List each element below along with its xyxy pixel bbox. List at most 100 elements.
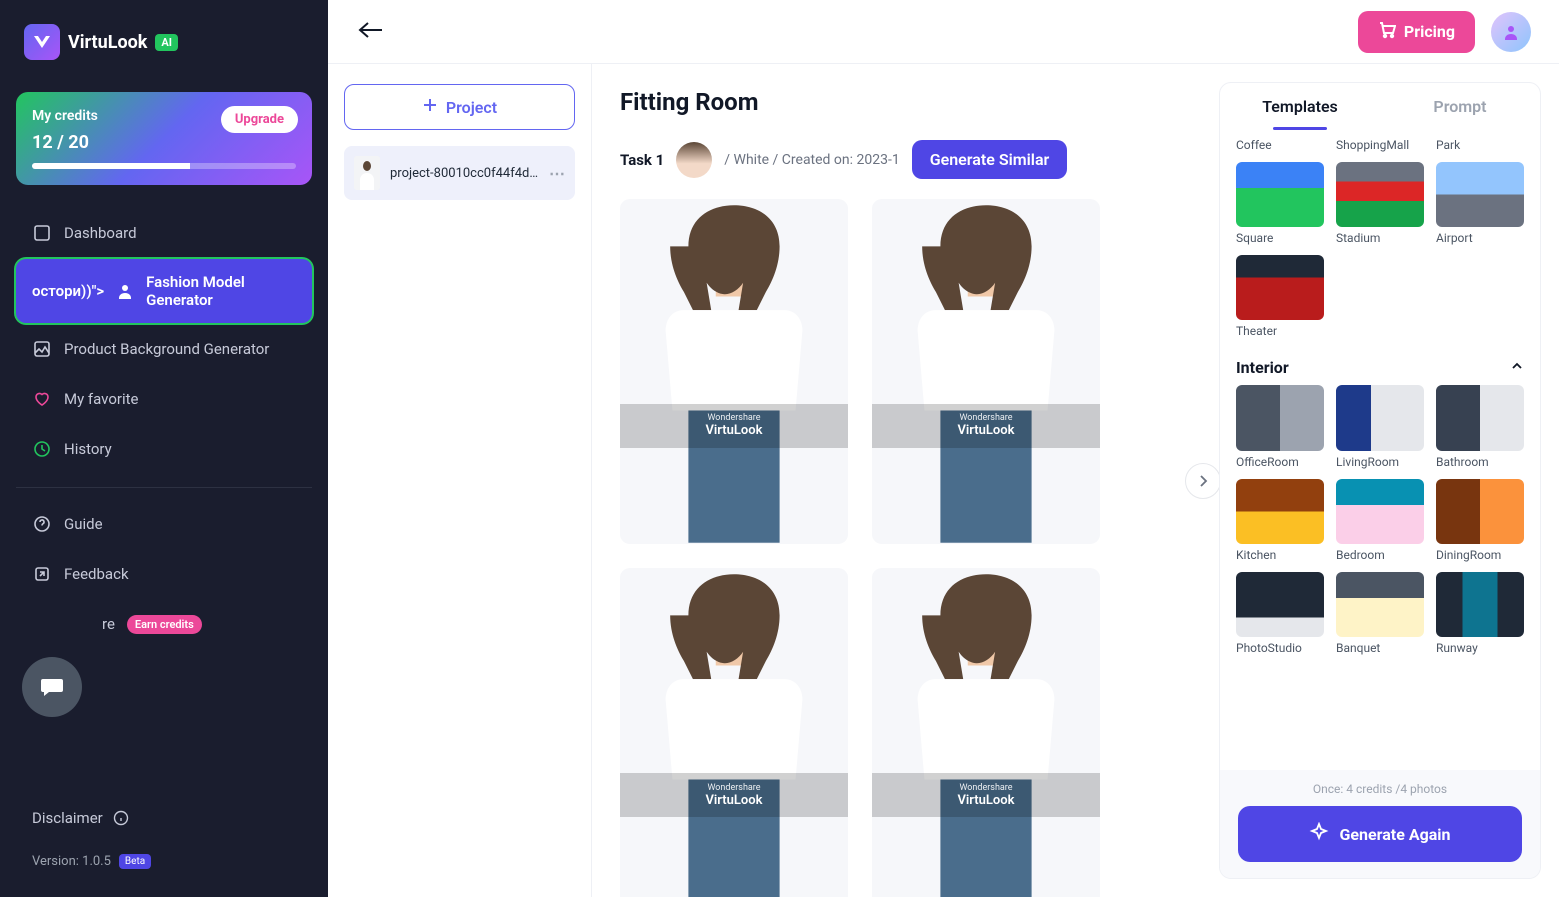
template-kitchen[interactable]: Kitchen bbox=[1236, 479, 1324, 562]
nav-history-label: History bbox=[64, 440, 112, 458]
tpl-thumb bbox=[1436, 385, 1524, 450]
dashboard-icon bbox=[32, 223, 52, 243]
sidebar: VirtuLook AI My credits Upgrade 12 / 20 … bbox=[0, 0, 328, 897]
template-square[interactable]: Square bbox=[1236, 162, 1324, 245]
tab-templates[interactable]: Templates bbox=[1220, 83, 1380, 130]
task-avatar bbox=[676, 142, 712, 178]
version-text: Version: 1.0.5 bbox=[32, 854, 111, 869]
project-more-button[interactable]: ⋯ bbox=[549, 164, 565, 183]
pricing-button[interactable]: Pricing bbox=[1358, 11, 1475, 53]
nav-feedback-label: Feedback bbox=[64, 565, 129, 583]
project-thumbnail bbox=[354, 156, 380, 190]
cost-info: Once: 4 credits /4 photos bbox=[1238, 782, 1522, 796]
tpl-label: ShoppingMall bbox=[1336, 138, 1424, 152]
templates-panel: Templates Prompt Coffee ShoppingMall Par… bbox=[1219, 82, 1541, 879]
tpl-label: PhotoStudio bbox=[1236, 641, 1324, 655]
template-bathroom[interactable]: Bathroom bbox=[1436, 385, 1524, 468]
results-grid: WondershareVirtuLook WondershareVirtuLoo… bbox=[620, 199, 1100, 897]
nav-favorite[interactable]: My favorite bbox=[16, 375, 312, 423]
projects-column: Project project-80010cc0f44f4dfc ⋯ bbox=[328, 64, 592, 897]
generate-again-label: Generate Again bbox=[1339, 825, 1450, 844]
tpl-label: Square bbox=[1236, 231, 1324, 245]
template-livingroom[interactable]: LivingRoom bbox=[1336, 385, 1424, 468]
template-photostudio[interactable]: PhotoStudio bbox=[1236, 572, 1324, 655]
template-banquet[interactable]: Banquet bbox=[1336, 572, 1424, 655]
tpl-thumb bbox=[1236, 385, 1324, 450]
nav-dashboard[interactable]: Dashboard bbox=[16, 209, 312, 257]
nav-guide[interactable]: Guide bbox=[16, 500, 312, 548]
template-bedroom[interactable]: Bedroom bbox=[1336, 479, 1424, 562]
pricing-label: Pricing bbox=[1404, 22, 1455, 41]
user-avatar[interactable] bbox=[1491, 12, 1531, 52]
task-label: Task 1 bbox=[620, 151, 664, 169]
category-label: Interior bbox=[1236, 358, 1289, 377]
nav-feedback[interactable]: Feedback bbox=[16, 550, 312, 598]
ai-badge: AI bbox=[155, 34, 178, 51]
tpl-thumb bbox=[1436, 479, 1524, 544]
heart-icon bbox=[32, 389, 52, 409]
template-airport[interactable]: Airport bbox=[1436, 162, 1524, 245]
tpl-label: Bedroom bbox=[1336, 548, 1424, 562]
watermark-line1: Wondershare bbox=[959, 413, 1012, 423]
tpl-thumb bbox=[1336, 385, 1424, 450]
template-coffee[interactable]: Coffee bbox=[1236, 138, 1324, 152]
chat-button[interactable] bbox=[22, 657, 82, 717]
result-image-4[interactable]: WondershareVirtuLook bbox=[872, 568, 1100, 897]
result-image-2[interactable]: WondershareVirtuLook bbox=[872, 199, 1100, 544]
fitting-room: Fitting Room Task 1 / White / Created on… bbox=[592, 64, 1219, 897]
image-icon bbox=[32, 339, 52, 359]
logo[interactable]: VirtuLook AI bbox=[16, 16, 312, 68]
tpl-label: Stadium bbox=[1336, 231, 1424, 245]
nav-disclaimer[interactable]: Disclaimer bbox=[16, 794, 312, 842]
tpl-thumb bbox=[1336, 572, 1424, 637]
help-icon bbox=[32, 514, 52, 534]
template-park[interactable]: Park bbox=[1436, 138, 1524, 152]
template-runway[interactable]: Runway bbox=[1436, 572, 1524, 655]
category-interior[interactable]: Interior bbox=[1236, 348, 1524, 385]
sparkle-icon bbox=[1309, 822, 1329, 846]
next-button[interactable] bbox=[1185, 463, 1219, 499]
tpl-thumb bbox=[1236, 162, 1324, 227]
nav-history[interactable]: History bbox=[16, 425, 312, 473]
template-stadium[interactable]: Stadium bbox=[1336, 162, 1424, 245]
plus-icon bbox=[422, 97, 438, 117]
watermark-line2: VirtuLook bbox=[705, 423, 762, 438]
tpl-thumb bbox=[1336, 162, 1424, 227]
tpl-label: Theater bbox=[1236, 324, 1324, 338]
project-item[interactable]: project-80010cc0f44f4dfc ⋯ bbox=[344, 146, 575, 200]
nav-fashion-model[interactable]: остори))"> Fashion Model Generator bbox=[16, 259, 312, 323]
cart-icon bbox=[1378, 21, 1396, 43]
watermark: WondershareVirtuLook bbox=[872, 773, 1100, 817]
watermark-line2: VirtuLook bbox=[705, 793, 762, 808]
tab-prompt[interactable]: Prompt bbox=[1380, 83, 1540, 130]
result-image-1[interactable]: WondershareVirtuLook bbox=[620, 199, 848, 544]
tpl-label: Airport bbox=[1436, 231, 1524, 245]
nav-product-bg[interactable]: Product Background Generator bbox=[16, 325, 312, 373]
credits-card: My credits Upgrade 12 / 20 bbox=[16, 92, 312, 185]
templates-scroll[interactable]: Coffee ShoppingMall Park Square Stadium … bbox=[1220, 130, 1540, 770]
tpl-label: Bathroom bbox=[1436, 455, 1524, 469]
upgrade-button[interactable]: Upgrade bbox=[221, 106, 298, 133]
template-diningroom[interactable]: DiningRoom bbox=[1436, 479, 1524, 562]
watermark: WondershareVirtuLook bbox=[872, 404, 1100, 448]
result-image-3[interactable]: WondershareVirtuLook bbox=[620, 568, 848, 897]
panel-footer: Once: 4 credits /4 photos Generate Again bbox=[1220, 770, 1540, 878]
tpl-label: Coffee bbox=[1236, 138, 1324, 152]
content: Project project-80010cc0f44f4dfc ⋯ Fitti… bbox=[328, 64, 1559, 897]
credits-values: 12 / 20 bbox=[32, 132, 296, 153]
generate-similar-button[interactable]: Generate Similar bbox=[912, 140, 1068, 179]
nav-fashion-label: Fashion Model Generator bbox=[146, 273, 296, 309]
logo-icon bbox=[24, 24, 60, 60]
tabs: Templates Prompt bbox=[1220, 83, 1540, 130]
template-theater[interactable]: Theater bbox=[1236, 255, 1324, 338]
nav-divider bbox=[16, 487, 312, 488]
generate-again-button[interactable]: Generate Again bbox=[1238, 806, 1522, 862]
back-button[interactable] bbox=[356, 18, 384, 46]
tpl-label: DiningRoom bbox=[1436, 548, 1524, 562]
task-meta: / White / Created on: 2023-1 bbox=[724, 152, 899, 168]
nav-share[interactable]: re Earn credits bbox=[16, 600, 312, 648]
template-officeroom[interactable]: OfficeRoom bbox=[1236, 385, 1324, 468]
project-name: project-80010cc0f44f4dfc bbox=[390, 166, 539, 181]
template-shoppingmall[interactable]: ShoppingMall bbox=[1336, 138, 1424, 152]
new-project-button[interactable]: Project bbox=[344, 84, 575, 130]
